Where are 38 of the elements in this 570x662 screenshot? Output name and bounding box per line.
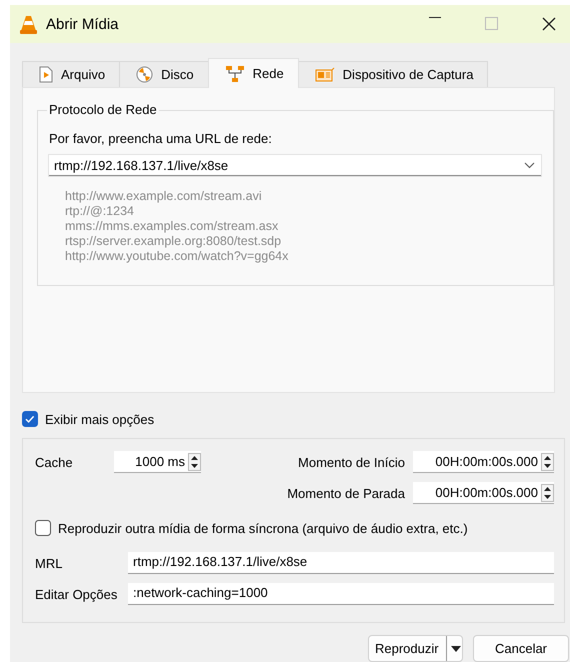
close-icon[interactable] bbox=[542, 17, 556, 31]
cache-label: Cache bbox=[35, 454, 74, 470]
cancel-button[interactable]: Cancelar bbox=[473, 635, 569, 662]
example-url: http://www.example.com/stream.avi bbox=[65, 189, 262, 204]
minimize-icon[interactable] bbox=[429, 17, 441, 19]
tab[interactable]: Dispositivo de Captura bbox=[298, 61, 488, 87]
play-split-button[interactable]: Reproduzir bbox=[368, 635, 463, 662]
tab[interactable]: Rede bbox=[208, 58, 299, 88]
tab[interactable]: Arquivo bbox=[22, 61, 120, 87]
mrl-field[interactable]: rtmp://192.168.137.1/live/x8se bbox=[128, 552, 554, 574]
prompt-label: Por favor, preencha uma URL de rede: bbox=[49, 131, 272, 146]
url-combo-box[interactable]: rtmp://192.168.137.1/live/x8se bbox=[49, 155, 541, 176]
checkbox-label[interactable]: Reproduzir outra mídia de forma síncrona (arquivo de áudio extra, etc.) bbox=[58, 520, 468, 536]
stop-time-label: Momento de Parada bbox=[287, 486, 405, 500]
dropdown-caret-icon[interactable] bbox=[450, 644, 461, 652]
spin-arrows-icon[interactable] bbox=[541, 452, 554, 470]
example-url: mms://mms.examples.com/stream.asx bbox=[65, 219, 278, 234]
tab[interactable]: Disco bbox=[119, 61, 209, 87]
example-url: rtp://@:1234 bbox=[65, 204, 134, 219]
chevron-down-icon[interactable] bbox=[524, 162, 535, 168]
example-url: http://www.youtube.com/watch?v=gg64x bbox=[65, 249, 288, 264]
capture-card-icon bbox=[314, 66, 335, 82]
edit-options-label: Editar Opções bbox=[35, 586, 118, 602]
checkbox[interactable] bbox=[22, 411, 38, 427]
network-icon bbox=[224, 64, 245, 82]
document-icon bbox=[39, 66, 53, 83]
group-title: Protocolo de Rede bbox=[47, 102, 159, 117]
checkbox-label[interactable]: Exibir mais opções bbox=[45, 412, 154, 426]
start-time-label: Momento de Início bbox=[298, 454, 405, 470]
disc-icon bbox=[136, 66, 154, 83]
mrl-label: MRL bbox=[35, 556, 64, 570]
spin-arrows-icon[interactable] bbox=[188, 452, 201, 470]
spin-arrows-icon[interactable] bbox=[541, 484, 554, 502]
window-title: Abrir Mídia bbox=[46, 16, 120, 32]
edit-options-field[interactable]: :network-caching=1000 bbox=[128, 583, 554, 605]
traffic-cone-icon bbox=[20, 14, 37, 34]
example-url: rtsp://server.example.org:8080/test.sdp bbox=[65, 234, 282, 249]
checkbox[interactable] bbox=[35, 520, 51, 536]
